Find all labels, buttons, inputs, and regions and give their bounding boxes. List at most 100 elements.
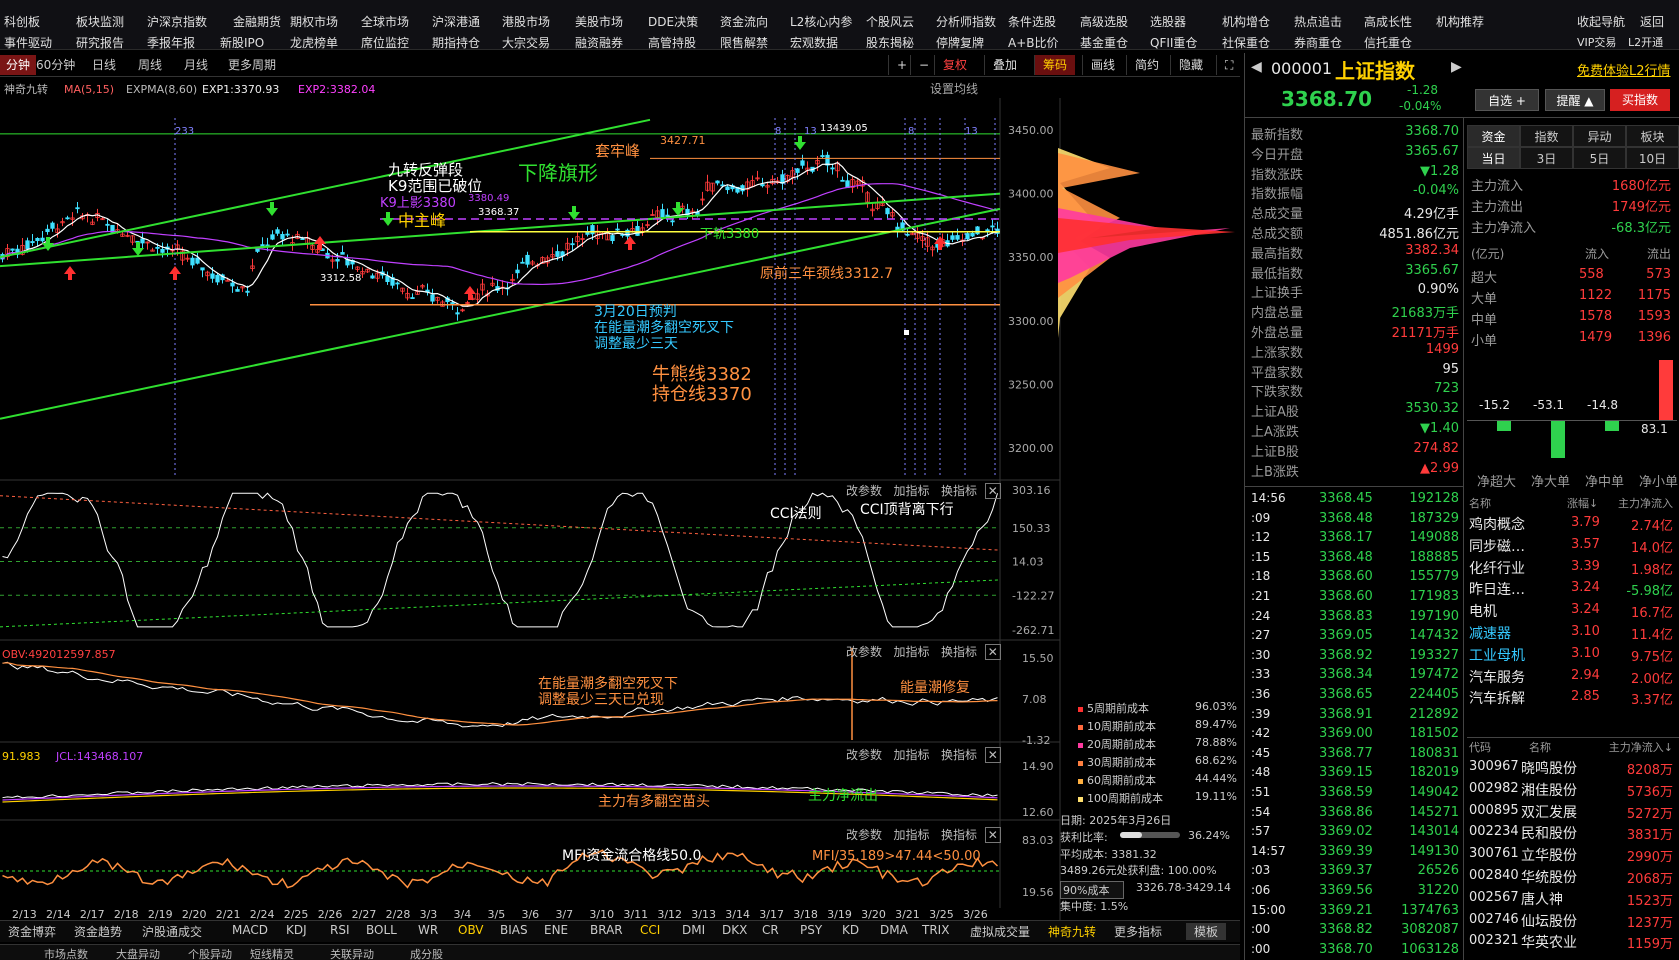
prev-stock-icon[interactable]: ◀ (1251, 59, 1262, 75)
menu-item[interactable]: 事件驱动 (4, 34, 52, 51)
indicator-tab[interactable]: 更多指标 (1114, 923, 1162, 940)
indicator-tab[interactable]: 资金趋势 (74, 923, 122, 940)
menu-item[interactable]: 券商重仓 (1294, 34, 1342, 51)
menu-item[interactable]: 科创板 (4, 13, 40, 30)
period-month-tab[interactable]: 月线 (178, 55, 214, 75)
sector-name[interactable]: 减速器 (1469, 623, 1511, 643)
menu-item[interactable]: 基金重仓 (1080, 34, 1128, 51)
fullscreen-icon[interactable]: ⛶ (1216, 55, 1241, 75)
menu-item[interactable]: 高级选股 (1080, 13, 1128, 30)
fund-tab[interactable]: 板块 (1626, 125, 1679, 147)
menu-item[interactable]: 港股市场 (502, 13, 550, 30)
buy-index-button[interactable]: 买指数 (1610, 89, 1670, 111)
menu-item[interactable]: 选股器 (1150, 13, 1186, 30)
stock-name-cell[interactable]: 双汇发展 (1521, 802, 1577, 822)
indicator-tab[interactable]: BIAS (500, 923, 528, 937)
stock-name-cell[interactable]: 华英农业 (1521, 932, 1577, 952)
fund-period-tab[interactable]: 5日 (1573, 147, 1626, 169)
fund-period-tab[interactable]: 10日 (1626, 147, 1679, 169)
menu-item[interactable]: 社保重仓 (1222, 34, 1270, 51)
indicator-tab[interactable]: 资金博弈 (8, 923, 56, 940)
obv-switch-indicator[interactable]: 换指标 (941, 645, 977, 659)
close-icon[interactable]: ✕ (984, 483, 1001, 499)
back-link[interactable]: 返回 (1640, 13, 1664, 30)
alert-button[interactable]: 提醒 ▲ (1545, 89, 1605, 111)
stock-code-cell[interactable]: 300967 (1469, 759, 1519, 774)
indicator-tab[interactable]: MACD (232, 923, 268, 937)
stock-name-cell[interactable]: 华统股份 (1521, 867, 1577, 887)
period-60min-tab[interactable]: 60分钟 (30, 55, 81, 75)
menu-item[interactable]: 龙虎榜单 (290, 34, 338, 51)
menu-item[interactable]: 大宗交易 (502, 34, 550, 51)
indicator-tab[interactable]: 模板 (1186, 923, 1227, 940)
menu-item[interactable]: 金融期货 (233, 13, 281, 30)
cci-switch-indicator[interactable]: 换指标 (941, 484, 977, 498)
menu-item[interactable]: 分析师指数 (936, 13, 996, 30)
sector-name[interactable]: 昨日连… (1469, 579, 1525, 599)
close-icon[interactable]: ✕ (984, 644, 1001, 660)
fund-tab[interactable]: 资金 (1467, 125, 1520, 147)
cost90-select[interactable]: 90%成本 (1060, 881, 1125, 899)
sector-name[interactable]: 汽车拆解 (1469, 688, 1525, 708)
period-more-dropdown[interactable]: 更多周期 (222, 55, 282, 75)
collapse-nav-link[interactable]: 收起导航 (1577, 13, 1625, 30)
fund-tab[interactable]: 指数 (1520, 125, 1573, 147)
indicator-tab[interactable]: CCI (640, 923, 660, 937)
obv-edit-params[interactable]: 改参数 (846, 645, 882, 659)
menu-item[interactable]: 全球市场 (361, 13, 409, 30)
menu-item[interactable]: 研究报告 (76, 34, 124, 51)
simple-mode-button[interactable]: 简约 (1126, 55, 1167, 75)
indicator-tab[interactable]: TRIX (922, 923, 949, 937)
menu-item[interactable]: 美股市场 (575, 13, 623, 30)
chips-button[interactable]: 筹码 (1034, 55, 1076, 75)
vip-trade-link[interactable]: VIP交易 (1577, 34, 1616, 50)
menu-item[interactable]: 高管持股 (648, 34, 696, 51)
l2-promo-link[interactable]: 免费体验L2行情 (1577, 60, 1671, 79)
indicator-tab[interactable]: BRAR (590, 923, 623, 937)
indicator-tab[interactable]: 神奇九转 (1048, 923, 1096, 940)
sector-header-pct[interactable]: 涨幅↓ (1567, 495, 1598, 511)
indicator-tab[interactable]: DKX (722, 923, 747, 937)
fund-tab[interactable]: 异动 (1573, 125, 1626, 147)
menu-item[interactable]: 高成长性 (1364, 13, 1412, 30)
menu-item[interactable]: 机构增仓 (1222, 13, 1270, 30)
cci-edit-params[interactable]: 改参数 (846, 484, 882, 498)
mfi-edit-params[interactable]: 改参数 (846, 828, 882, 842)
indicator-tab[interactable]: ENE (544, 923, 568, 937)
stock-code-cell[interactable]: 002567 (1469, 890, 1519, 905)
bottom-tab[interactable]: 个股异动 (188, 946, 232, 960)
menu-item[interactable]: DDE决策 (648, 13, 698, 30)
indicator-tab[interactable]: DMI (682, 923, 705, 937)
menu-item[interactable]: 期指持仓 (432, 34, 480, 51)
menu-item[interactable]: 新股IPO (220, 34, 264, 51)
kline-chart-area[interactable]: 神奇九转 MA(5,15) EXPMA(8,60) EXP1:3370.93 EXP2:… (0, 78, 1240, 920)
menu-item[interactable]: 股东揭秘 (866, 34, 914, 51)
stock-name-cell[interactable]: 唐人神 (1521, 889, 1563, 909)
indicator-tab[interactable]: WR (418, 923, 438, 937)
indicator-tab[interactable]: OBV (458, 923, 484, 937)
menu-item[interactable]: QFII重仓 (1150, 34, 1197, 51)
stock-name-cell[interactable]: 晓鸣股份 (1521, 758, 1577, 778)
bottom-tab[interactable]: 市场点数 (44, 946, 88, 960)
stock-name-cell[interactable]: 立华股份 (1521, 845, 1577, 865)
stock-name-cell[interactable]: 湘佳股份 (1521, 780, 1577, 800)
stock-code-cell[interactable]: 002840 (1469, 868, 1519, 883)
sector-name[interactable]: 化纤行业 (1469, 558, 1525, 578)
obv-add-indicator[interactable]: 加指标 (893, 645, 929, 659)
stock-name-cell[interactable]: 民和股份 (1521, 823, 1577, 843)
sector-name[interactable]: 鸡肉概念 (1469, 514, 1525, 534)
menu-item[interactable]: 资金流向 (720, 13, 768, 30)
indicator-tab[interactable]: KDJ (286, 923, 307, 937)
mfi-add-indicator[interactable]: 加指标 (893, 828, 929, 842)
cci-add-indicator[interactable]: 加指标 (893, 484, 929, 498)
sector-name[interactable]: 同步磁… (1469, 536, 1525, 556)
indicator-tab[interactable]: 沪股通成交 (142, 923, 202, 940)
menu-item[interactable]: 个股风云 (866, 13, 914, 30)
menu-item[interactable]: 期权市场 (290, 13, 338, 30)
indicator-tab[interactable]: 虚拟成交量 (970, 923, 1030, 940)
menu-item[interactable]: 宏观数据 (790, 34, 838, 51)
period-week-tab[interactable]: 周线 (132, 55, 168, 75)
stock-code-cell[interactable]: 300761 (1469, 846, 1519, 861)
bottom-tab[interactable]: 关联异动 (330, 946, 374, 960)
menu-item[interactable]: 信托重仓 (1364, 34, 1412, 51)
